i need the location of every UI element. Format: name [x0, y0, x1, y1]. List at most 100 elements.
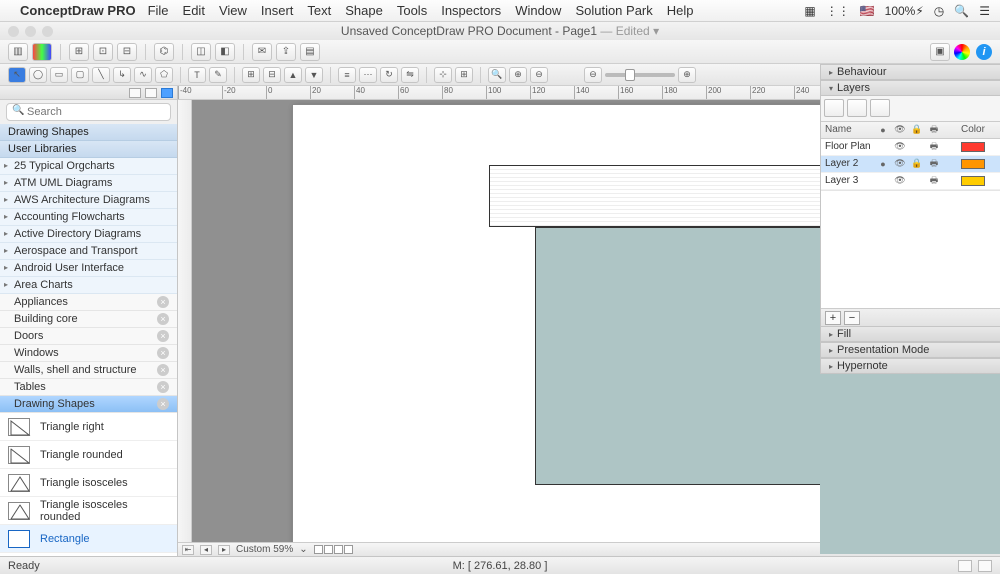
status-battery[interactable]: 100% ⚡︎ — [885, 4, 924, 18]
lib-sub-active[interactable]: Drawing Shapes× — [0, 396, 177, 413]
tb-org[interactable]: ⌬ — [154, 43, 174, 61]
page-thumbs[interactable] — [314, 545, 353, 554]
tb-chart2[interactable]: ⊡ — [93, 43, 113, 61]
tool-rect[interactable]: ▭ — [50, 67, 68, 83]
lib-item[interactable]: Accounting Flowcharts — [0, 209, 177, 226]
menu-solution-park[interactable]: Solution Park — [575, 3, 652, 18]
tb-present[interactable]: ▣ — [930, 43, 950, 61]
tool-zoom100[interactable]: ⊕ — [509, 67, 527, 83]
ruler-vertical[interactable] — [178, 100, 192, 542]
shape-row[interactable]: Triangle right — [0, 413, 177, 441]
status-menu-icon[interactable]: ☰ — [979, 4, 990, 18]
section-behaviour[interactable]: Behaviour — [821, 64, 1000, 80]
window-edited[interactable]: — Edited ▾ — [600, 24, 659, 38]
sb-view-grid[interactable] — [145, 88, 157, 98]
zoom-out-button[interactable]: ⊖ — [584, 67, 602, 83]
page-prev[interactable]: ◂ — [200, 545, 212, 555]
tool-snap[interactable]: ⊹ — [434, 67, 452, 83]
search-input[interactable] — [6, 103, 171, 121]
tool-curve[interactable]: ∿ — [134, 67, 152, 83]
lib-sub[interactable]: Tables× — [0, 379, 177, 396]
tb-slides[interactable]: ▤ — [300, 43, 320, 61]
tool-connector[interactable]: ↳ — [113, 67, 131, 83]
tool-line[interactable]: ╲ — [92, 67, 110, 83]
tb-chart3[interactable]: ⊟ — [117, 43, 137, 61]
lib-sub[interactable]: Building core× — [0, 311, 177, 328]
status-wifi-icon[interactable]: ⋮⋮ — [826, 4, 850, 18]
lib-item[interactable]: Android User Interface — [0, 260, 177, 277]
zoom-slider[interactable] — [605, 73, 675, 77]
layer-row[interactable]: Layer 3👁🖶 — [821, 173, 1000, 190]
status-grid-icon[interactable]: ▦ — [804, 4, 815, 18]
menu-tools[interactable]: Tools — [397, 3, 427, 18]
sb-view-search[interactable] — [161, 88, 173, 98]
status-btn-1[interactable] — [958, 560, 972, 572]
tool-flip[interactable]: ⇋ — [401, 67, 419, 83]
tb-shape1[interactable]: ◫ — [191, 43, 211, 61]
section-fill[interactable]: Fill — [821, 326, 1000, 342]
tool-zoomfit[interactable]: 🔍 — [488, 67, 506, 83]
status-flag-icon[interactable]: 🇺🇸 — [860, 4, 875, 18]
tool-rotate[interactable]: ↻ — [380, 67, 398, 83]
zoom-label[interactable]: Custom 59% — [236, 544, 293, 555]
tool-group[interactable]: ⊞ — [242, 67, 260, 83]
shape-row[interactable]: Triangle isosceles rounded — [0, 497, 177, 525]
shape-row[interactable]: Triangle isosceles — [0, 469, 177, 497]
layer-row[interactable]: Layer 2●👁🔒🖶 — [821, 156, 1000, 173]
section-layers[interactable]: Layers — [821, 80, 1000, 96]
lib-sub[interactable]: Walls, shell and structure× — [0, 362, 177, 379]
lib-sub[interactable]: Windows× — [0, 345, 177, 362]
layer-tool-1[interactable] — [824, 99, 844, 117]
lib-item[interactable]: Aerospace and Transport — [0, 243, 177, 260]
tool-poly[interactable]: ⬠ — [155, 67, 173, 83]
page-next[interactable]: ▸ — [218, 545, 230, 555]
traffic-min[interactable] — [25, 26, 36, 37]
tool-zoompage[interactable]: ⊖ — [530, 67, 548, 83]
section-hypernote[interactable]: Hypernote — [821, 358, 1000, 374]
tool-align[interactable]: ≡ — [338, 67, 356, 83]
menu-help[interactable]: Help — [667, 3, 694, 18]
menu-window[interactable]: Window — [515, 3, 561, 18]
shape-row-selected[interactable]: Rectangle — [0, 525, 177, 553]
lib-item[interactable]: Area Charts — [0, 277, 177, 294]
section-presentation[interactable]: Presentation Mode — [821, 342, 1000, 358]
tb-chart1[interactable]: ⊞ — [69, 43, 89, 61]
layer-remove-button[interactable]: − — [844, 311, 860, 325]
app-name[interactable]: ConceptDraw PRO — [20, 3, 136, 18]
menu-text[interactable]: Text — [307, 3, 331, 18]
menu-insert[interactable]: Insert — [261, 3, 294, 18]
layer-row[interactable]: Floor Plan👁🖶 — [821, 139, 1000, 156]
tb-export[interactable]: ⇪ — [276, 43, 296, 61]
sb-view-list[interactable] — [129, 88, 141, 98]
lib-item[interactable]: Active Directory Diagrams — [0, 226, 177, 243]
shape-row[interactable]: Triangle rounded — [0, 441, 177, 469]
lib-item[interactable]: 25 Typical Orgcharts — [0, 158, 177, 175]
layer-tool-2[interactable] — [847, 99, 867, 117]
tb-shape2[interactable]: ◧ — [215, 43, 235, 61]
tool-front[interactable]: ▲ — [284, 67, 302, 83]
lib-item[interactable]: ATM UML Diagrams — [0, 175, 177, 192]
status-search-icon[interactable]: 🔍 — [954, 4, 969, 18]
tool-distribute[interactable]: ⋯ — [359, 67, 377, 83]
tool-ellipse[interactable]: ◯ — [29, 67, 47, 83]
layer-add-button[interactable]: + — [825, 311, 841, 325]
color-wheel-icon[interactable] — [954, 44, 970, 60]
tb-colors[interactable] — [32, 43, 52, 61]
lib-header-drawing-shapes[interactable]: Drawing Shapes — [0, 124, 177, 141]
status-clock-icon[interactable]: ◷ — [934, 4, 944, 18]
tool-ungroup[interactable]: ⊟ — [263, 67, 281, 83]
shape-row[interactable]: Rectangle rounded — [0, 553, 177, 556]
menu-view[interactable]: View — [219, 3, 247, 18]
menu-shape[interactable]: Shape — [345, 3, 383, 18]
tool-roundrect[interactable]: ▢ — [71, 67, 89, 83]
lib-header-user-libraries[interactable]: User Libraries — [0, 141, 177, 158]
menu-inspectors[interactable]: Inspectors — [441, 3, 501, 18]
menu-file[interactable]: File — [148, 3, 169, 18]
tb-send[interactable]: ✉ — [252, 43, 272, 61]
lib-sub[interactable]: Doors× — [0, 328, 177, 345]
tool-pointer[interactable]: ↖ — [8, 67, 26, 83]
layer-tool-3[interactable] — [870, 99, 890, 117]
tb-panel-toggle[interactable]: ▥ — [8, 43, 28, 61]
status-btn-2[interactable] — [978, 560, 992, 572]
traffic-max[interactable] — [42, 26, 53, 37]
